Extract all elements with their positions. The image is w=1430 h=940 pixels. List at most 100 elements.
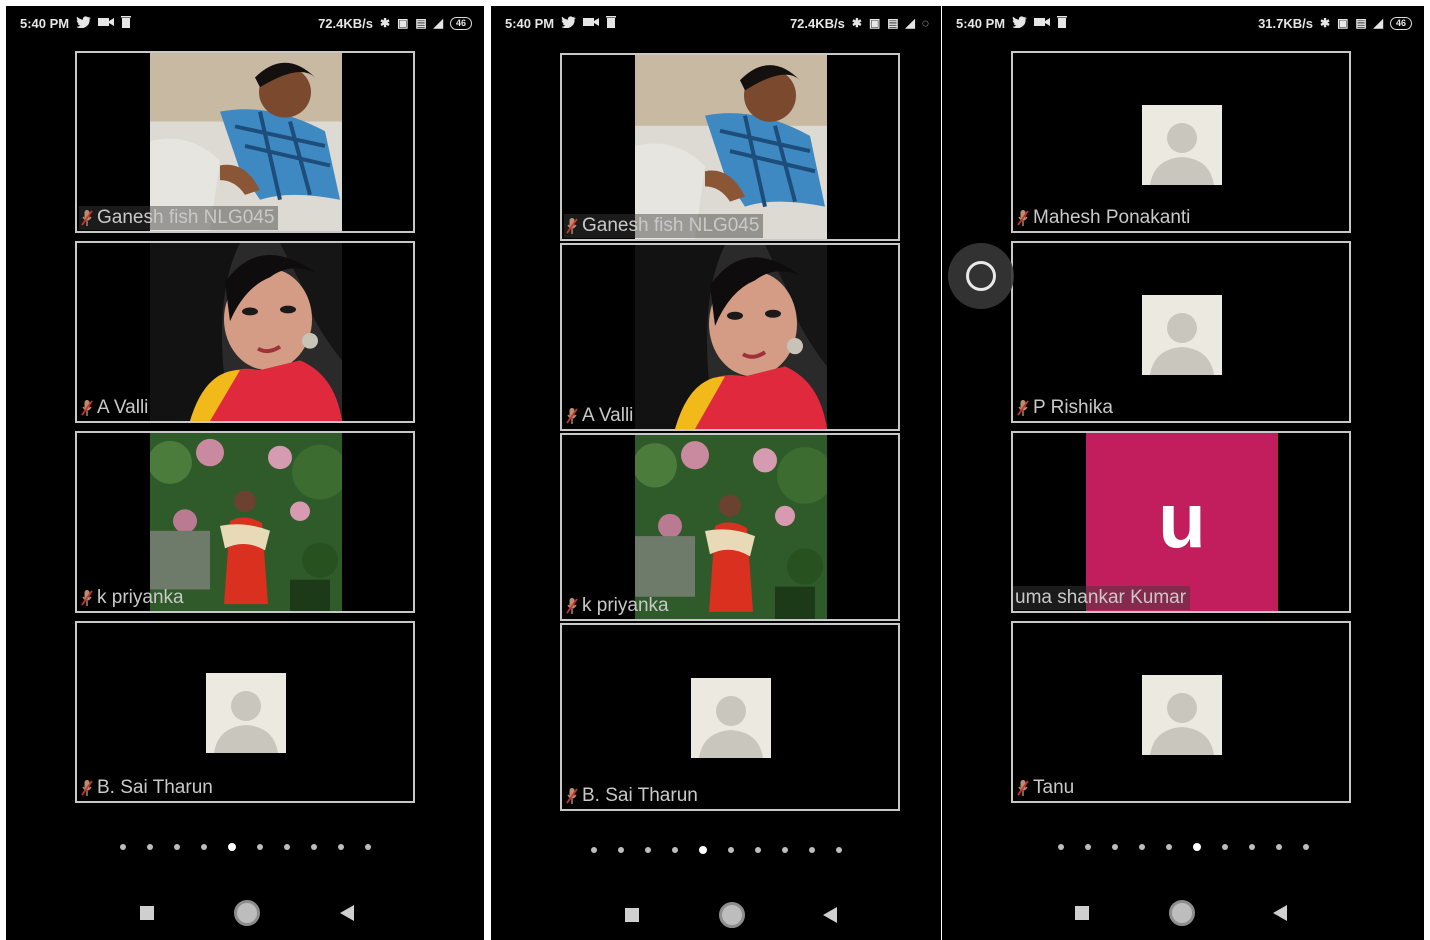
- default-avatar-icon: [691, 678, 771, 758]
- participant-tile[interactable]: Mahesh Ponakanti: [1011, 51, 1351, 233]
- status-time: 5:40 PM: [956, 15, 1006, 31]
- participant-tile[interactable]: k priyanka: [560, 433, 900, 621]
- nav-bar: [491, 898, 941, 932]
- participant-tile[interactable]: B. Sai Tharun: [560, 623, 900, 811]
- participant-name-label: Mahesh Ponakanti: [1015, 206, 1194, 230]
- signal-icon: ◢: [433, 16, 443, 30]
- video-icon: [583, 17, 600, 29]
- mic-muted-icon: [566, 597, 578, 615]
- mic-muted-icon: [81, 209, 93, 227]
- participant-name: Ganesh fish NLG045: [97, 207, 275, 228]
- page-dot: [1302, 844, 1309, 850]
- back-nav-icon[interactable]: [330, 896, 364, 930]
- participant-name-label: A Valli: [79, 396, 152, 420]
- page-dot: [1165, 844, 1172, 850]
- page-dot: [173, 844, 180, 850]
- twitter-icon: [76, 16, 92, 30]
- signal-icon: ◢: [1373, 16, 1383, 30]
- participant-video: [150, 433, 342, 611]
- participant-tile[interactable]: Ganesh fish NLG045: [75, 51, 415, 233]
- page-dot: [835, 847, 842, 853]
- participant-name: Tanu: [1033, 777, 1075, 798]
- participant-name-label: k priyanka: [564, 594, 673, 618]
- square-nav-icon[interactable]: [1065, 896, 1099, 930]
- square-nav-icon[interactable]: [615, 898, 649, 932]
- bluetooth-icon: ✱: [380, 16, 391, 30]
- home-nav-icon[interactable]: [1165, 896, 1199, 930]
- participant-name-label: k priyanka: [79, 586, 188, 610]
- battery-icon: 46: [449, 16, 472, 30]
- participant-tile[interactable]: k priyanka: [75, 431, 415, 613]
- back-nav-icon[interactable]: [813, 898, 847, 932]
- mic-muted-icon: [1017, 399, 1029, 417]
- page-dot: [754, 847, 761, 853]
- battery-icon: 46: [1389, 16, 1412, 30]
- video-icon: [98, 17, 115, 29]
- mic-muted-icon: [566, 407, 578, 425]
- participant-tile[interactable]: u uma shankar Kumar: [1011, 431, 1351, 613]
- floating-assistive-button[interactable]: [948, 243, 1014, 309]
- page-dot: [256, 844, 263, 850]
- volte-icon: ▣: [868, 16, 881, 30]
- page-dot: [146, 844, 153, 850]
- participant-name-label: A Valli: [564, 404, 637, 428]
- participant-video: [635, 245, 827, 429]
- page-indicator: [491, 846, 941, 854]
- participant-name-label: uma shankar Kumar: [1013, 586, 1191, 610]
- participant-tile[interactable]: A Valli: [75, 241, 415, 423]
- avatar-initial: u: [1158, 475, 1206, 564]
- participant-video: [150, 53, 342, 231]
- participant-tile[interactable]: B. Sai Tharun: [75, 621, 415, 803]
- phone-screen-3: 5:40 PM 31.7KB/s ✱ ▣ ▤ ◢ 46 Mahesh Ponak…: [942, 6, 1424, 940]
- page-dot: [1275, 844, 1282, 850]
- participant-name-label: Ganesh fish NLG045: [564, 214, 764, 238]
- status-bar: 5:40 PM 72.4KB/s ✱ ▣ ▤ ◢ ◌: [491, 6, 941, 40]
- default-avatar-icon: [1142, 675, 1222, 755]
- page-indicator: [6, 843, 484, 851]
- twitter-icon: [561, 16, 577, 30]
- participant-tile[interactable]: P Rishika: [1011, 241, 1351, 423]
- participant-name: B. Sai Tharun: [582, 785, 698, 806]
- status-time: 5:40 PM: [505, 15, 555, 31]
- loading-icon: ◌: [921, 16, 929, 30]
- participant-tile[interactable]: Tanu: [1011, 621, 1351, 803]
- page-dot-active: [1192, 843, 1201, 851]
- status-time: 5:40 PM: [20, 15, 70, 31]
- mic-muted-icon: [1017, 779, 1029, 797]
- page-dot: [1138, 844, 1145, 850]
- nav-bar: [6, 896, 484, 930]
- volte-icon: ▣: [1337, 16, 1349, 30]
- participant-name: Mahesh Ponakanti: [1033, 207, 1191, 228]
- trash-icon: [606, 16, 617, 30]
- participant-tile[interactable]: Ganesh fish NLG045: [560, 53, 900, 241]
- page-dot: [337, 844, 344, 850]
- volte-icon: ▣: [397, 16, 409, 30]
- back-nav-icon[interactable]: [1263, 896, 1297, 930]
- mic-muted-icon: [566, 787, 578, 805]
- default-avatar-icon: [1142, 295, 1222, 375]
- page-dot: [808, 847, 815, 853]
- participant-name-label: B. Sai Tharun: [564, 784, 702, 808]
- mic-muted-icon: [81, 399, 93, 417]
- home-nav-icon[interactable]: [715, 898, 749, 932]
- square-nav-icon[interactable]: [130, 896, 164, 930]
- home-nav-icon[interactable]: [230, 896, 264, 930]
- page-dot-active: [227, 843, 236, 851]
- participant-name-label: B. Sai Tharun: [79, 776, 217, 800]
- status-bar: 5:40 PM 72.4KB/s ✱ ▣ ▤ ◢ 46: [6, 6, 484, 40]
- page-dot: [781, 847, 788, 853]
- participant-tile[interactable]: A Valli: [560, 243, 900, 431]
- page-dot: [1248, 844, 1255, 850]
- participant-name-label: Ganesh fish NLG045: [79, 206, 279, 230]
- phone-screen-2: 5:40 PM 72.4KB/s ✱ ▣ ▤ ◢ ◌ Ganesh fish N…: [491, 6, 941, 940]
- page-dot: [1057, 844, 1064, 850]
- page-dot: [727, 847, 734, 853]
- page-indicator: [942, 843, 1424, 851]
- participant-video: [635, 55, 827, 239]
- network-speed: 72.4KB/s: [789, 15, 845, 31]
- twitter-icon: [1012, 16, 1028, 30]
- page-dot: [590, 847, 597, 853]
- nav-bar: [942, 896, 1424, 930]
- mic-muted-icon: [81, 779, 93, 797]
- participant-name: k priyanka: [97, 587, 184, 608]
